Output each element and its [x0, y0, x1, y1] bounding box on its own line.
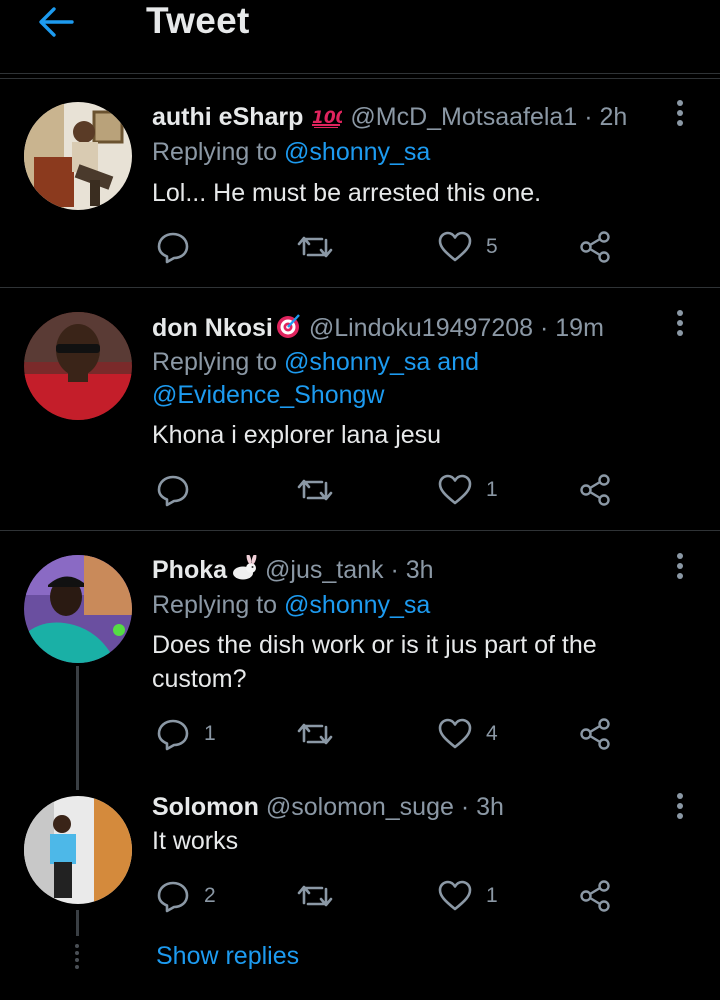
tweet-header: Phoka @jus_tank · 3h — [152, 553, 434, 588]
display-name[interactable]: don Nkosi — [152, 314, 273, 342]
reply-count: 1 — [204, 722, 216, 745]
share-button[interactable] — [578, 876, 612, 916]
display-name[interactable]: authi eSharp — [152, 103, 303, 131]
share-icon — [580, 474, 610, 506]
show-replies-link[interactable]: Show replies — [156, 942, 299, 971]
tweet-text: It works — [152, 827, 239, 855]
retweet-icon — [297, 479, 333, 501]
timestamp: · 2h — [584, 103, 628, 131]
more-vertical-icon — [677, 553, 683, 579]
share-icon — [580, 718, 610, 750]
heart-icon — [438, 231, 472, 262]
retweet-button[interactable] — [296, 876, 334, 916]
mention-link[interactable]: @shonny_sa — [284, 591, 430, 619]
handle: @solomon_suge — [265, 793, 454, 821]
target-emoji-icon — [275, 313, 301, 346]
arrow-left-icon — [39, 7, 74, 37]
back-button[interactable] — [36, 2, 76, 42]
share-icon — [580, 231, 610, 263]
retweet-button[interactable] — [296, 714, 334, 754]
100-emoji-icon: 100 — [312, 106, 348, 135]
tweet-text: Khona i explorer lana jesu — [152, 421, 442, 449]
reply-tweet[interactable]: authi eSharp 100 @McD_Motsaafela1 · 2h R… — [0, 79, 720, 288]
replying-to-label: Replying to — [152, 591, 285, 619]
retweet-icon — [297, 723, 333, 745]
retweet-icon — [297, 885, 333, 907]
display-name[interactable]: Phoka — [152, 556, 227, 584]
replying-and: and — [430, 348, 480, 376]
avatar[interactable] — [24, 555, 132, 663]
reply-button[interactable] — [156, 227, 204, 267]
more-options-button[interactable] — [670, 99, 690, 129]
more-vertical-icon — [677, 100, 683, 126]
replying-to: Replying to @shonny_sa — [152, 589, 430, 622]
share-icon — [580, 880, 610, 912]
avatar[interactable] — [24, 312, 132, 420]
replying-to: Replying to @shonny_sa and @Evidence_Shon… — [152, 346, 692, 412]
reply-icon — [157, 719, 189, 751]
more-options-button[interactable] — [670, 552, 690, 582]
mention-link[interactable]: @shonny_sa — [284, 138, 430, 166]
mention-link[interactable]: @Evidence_Shongw — [152, 381, 384, 409]
thread-dots — [75, 944, 79, 972]
reply-tweet[interactable]: Phoka @jus_tank · 3h Replying to @shonny… — [0, 532, 720, 782]
like-button[interactable]: 1 — [438, 876, 498, 916]
timestamp: · 3h — [460, 793, 504, 821]
handle: @jus_tank — [265, 556, 384, 584]
share-button[interactable] — [578, 470, 612, 510]
like-button[interactable]: 5 — [438, 227, 498, 267]
more-options-button[interactable] — [670, 792, 690, 822]
reply-button[interactable] — [156, 470, 204, 510]
reply-count: 2 — [204, 884, 216, 907]
like-count: 4 — [486, 722, 498, 745]
rabbit-emoji-icon — [229, 553, 257, 588]
reply-button[interactable]: 1 — [156, 714, 216, 754]
reply-icon — [157, 475, 189, 507]
like-button[interactable]: 4 — [438, 714, 498, 754]
tweet-text: Does the dish work or is it jus part of … — [152, 631, 597, 693]
retweet-button[interactable] — [296, 227, 334, 267]
page-title: Tweet — [146, 0, 250, 41]
handle: @Lindoku19497208 — [308, 314, 534, 342]
like-count: 5 — [486, 235, 498, 258]
share-button[interactable] — [578, 714, 612, 754]
avatar[interactable] — [24, 796, 132, 904]
tweet-header: Solomon @solomon_suge · 3h — [152, 793, 504, 822]
mention-link[interactable]: @shonny_sa — [284, 348, 430, 376]
heart-icon — [438, 718, 472, 749]
like-count: 1 — [486, 478, 498, 501]
tweet-text: Lol... He must be arrested this one. — [152, 179, 542, 207]
replying-to-label: Replying to — [152, 138, 285, 166]
more-vertical-icon — [677, 793, 683, 819]
reply-tweet[interactable]: Solomon @solomon_suge · 3h It works 2 1 — [0, 782, 720, 932]
timestamp: · 3h — [390, 556, 434, 584]
reply-tweet[interactable]: don Nkosi @Lindoku19497208 · 19m Replyin… — [0, 289, 720, 531]
avatar[interactable] — [24, 102, 132, 210]
heart-icon — [438, 474, 472, 505]
more-vertical-icon — [677, 310, 683, 336]
display-name[interactable]: Solomon — [152, 793, 259, 821]
share-button[interactable] — [578, 227, 612, 267]
retweet-icon — [297, 236, 333, 258]
tweet-header: don Nkosi @Lindoku19497208 · 19m — [152, 313, 604, 346]
more-options-button[interactable] — [670, 309, 690, 339]
replying-to-label: Replying to — [152, 348, 285, 376]
retweet-button[interactable] — [296, 470, 334, 510]
timestamp: · 19m — [539, 314, 604, 342]
reply-icon — [157, 232, 189, 264]
handle: @McD_Motsaafela1 — [350, 103, 578, 131]
tweet-header: authi eSharp 100 @McD_Motsaafela1 · 2h — [152, 103, 627, 135]
reply-button[interactable]: 2 — [156, 876, 216, 916]
like-count: 1 — [486, 884, 498, 907]
like-button[interactable]: 1 — [438, 470, 498, 510]
top-bar: Tweet — [0, 0, 720, 74]
heart-icon — [438, 880, 472, 911]
reply-icon — [157, 881, 189, 913]
replying-to: Replying to @shonny_sa — [152, 136, 430, 169]
